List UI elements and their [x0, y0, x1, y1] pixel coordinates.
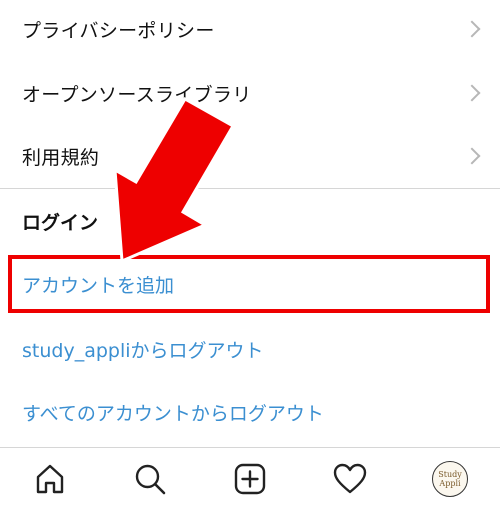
menu-item-terms-of-use[interactable]: 利用規約	[0, 124, 500, 188]
avatar-text-line2: Appli	[439, 479, 461, 488]
chevron-right-icon	[463, 147, 481, 165]
tab-home[interactable]	[0, 450, 100, 508]
chevron-right-icon	[463, 20, 481, 38]
menu-item-label: オープンソースライブラリ	[22, 83, 252, 106]
tab-new-post[interactable]	[200, 450, 300, 508]
menu-item-label: 利用規約	[22, 146, 100, 169]
logout-user-label: study_appliからログアウト	[22, 339, 264, 362]
logout-all-button[interactable]: すべてのアカウントからログアウト	[0, 380, 500, 444]
annotation-highlight-box	[8, 255, 490, 313]
logout-user-button[interactable]: study_appliからログアウト	[0, 318, 500, 380]
chevron-right-icon	[463, 84, 481, 102]
menu-item-open-source-libraries[interactable]: オープンソースライブラリ	[0, 62, 500, 124]
tab-search[interactable]	[100, 450, 200, 508]
add-post-icon	[234, 463, 266, 495]
avatar-text-line1: Study	[438, 470, 462, 479]
tab-profile[interactable]: Study Appli	[400, 450, 500, 508]
section-title: ログイン	[22, 211, 99, 234]
section-divider	[0, 188, 500, 189]
logout-all-label: すべてのアカウントからログアウト	[22, 402, 324, 425]
home-icon	[36, 464, 64, 494]
tab-bar: Study Appli	[0, 450, 500, 508]
heart-icon	[333, 463, 367, 494]
profile-avatar: Study Appli	[432, 461, 468, 497]
menu-item-privacy-policy[interactable]: プライバシーポリシー	[0, 0, 500, 58]
search-icon	[135, 464, 166, 495]
tab-activity[interactable]	[300, 450, 400, 508]
menu-item-label: プライバシーポリシー	[22, 19, 215, 42]
tabbar-divider	[0, 447, 500, 448]
login-section-header: ログイン	[0, 190, 500, 252]
